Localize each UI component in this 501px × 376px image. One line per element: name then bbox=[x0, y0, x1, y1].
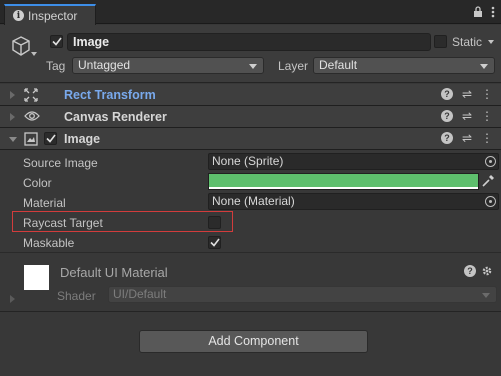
help-icon[interactable]: ? bbox=[464, 265, 476, 277]
source-image-field[interactable]: None (Sprite) bbox=[208, 153, 499, 170]
raycast-target-label: Raycast Target bbox=[23, 216, 103, 230]
component-rect-transform[interactable]: Rect Transform ? ⇌ ⋮ bbox=[0, 84, 501, 106]
shader-label: Shader bbox=[57, 289, 96, 303]
raycast-target-checkbox[interactable] bbox=[208, 216, 221, 229]
component-image[interactable]: Image ? ⇌ ⋮ bbox=[0, 128, 501, 150]
sliders-icon[interactable]: ⇌ bbox=[462, 110, 472, 122]
eye-icon bbox=[24, 110, 40, 125]
gameobject-header: Image Static Tag Untagged Layer Default bbox=[0, 25, 501, 83]
material-label: Material bbox=[23, 196, 66, 210]
color-label: Color bbox=[23, 176, 52, 190]
layer-dropdown[interactable]: Default bbox=[313, 57, 495, 74]
chevron-down-icon bbox=[249, 64, 257, 69]
foldout-icon[interactable] bbox=[9, 137, 17, 142]
sliders-icon[interactable]: ⇌ bbox=[462, 132, 472, 144]
chevron-down-icon bbox=[480, 64, 488, 69]
tab-inspector[interactable]: i Inspector bbox=[4, 4, 96, 25]
component-actions: ? ⇌ ⋮ bbox=[440, 132, 493, 144]
tag-dropdown[interactable]: Untagged bbox=[72, 57, 264, 74]
menu-icon[interactable] bbox=[491, 6, 495, 21]
lock-icon[interactable] bbox=[473, 6, 483, 21]
tag-label: Tag bbox=[46, 59, 66, 73]
more-icon[interactable]: ⋮ bbox=[481, 110, 493, 122]
add-component-button[interactable]: Add Component bbox=[139, 330, 368, 353]
divider bbox=[0, 311, 501, 312]
source-image-label: Source Image bbox=[23, 156, 98, 170]
picker-icon[interactable] bbox=[485, 156, 496, 167]
help-icon[interactable]: ? bbox=[440, 132, 453, 144]
foldout-icon[interactable] bbox=[10, 295, 15, 303]
material-thumbnail bbox=[24, 265, 49, 290]
source-image-value: None (Sprite) bbox=[212, 154, 284, 168]
picker-icon[interactable] bbox=[485, 196, 496, 207]
more-icon[interactable]: ⋮ bbox=[481, 132, 493, 144]
foldout-icon[interactable] bbox=[10, 91, 15, 99]
divider bbox=[0, 252, 501, 253]
chevron-down-icon[interactable] bbox=[31, 52, 37, 56]
gameobject-name-field[interactable]: Image bbox=[67, 33, 431, 51]
material-field[interactable]: None (Material) bbox=[208, 193, 499, 210]
material-actions: ? bbox=[464, 265, 493, 280]
tag-value: Untagged bbox=[78, 58, 131, 72]
gear-icon[interactable] bbox=[481, 265, 493, 280]
rect-transform-icon bbox=[24, 88, 38, 105]
component-title: Canvas Renderer bbox=[64, 110, 167, 124]
shader-value: UI/Default bbox=[113, 287, 167, 301]
tab-bar-actions bbox=[473, 6, 495, 21]
static-checkbox[interactable] bbox=[434, 35, 447, 48]
info-icon: i bbox=[13, 10, 24, 21]
image-enabled-checkbox[interactable] bbox=[44, 132, 57, 145]
component-canvas-renderer[interactable]: Canvas Renderer ? ⇌ ⋮ bbox=[0, 106, 501, 128]
eyedropper-icon[interactable] bbox=[481, 174, 495, 191]
shader-dropdown[interactable]: UI/Default bbox=[108, 286, 497, 303]
more-icon[interactable]: ⋮ bbox=[481, 88, 493, 100]
tab-bar: i Inspector bbox=[0, 0, 501, 25]
component-actions: ? ⇌ ⋮ bbox=[440, 110, 493, 122]
component-title: Rect Transform bbox=[64, 88, 156, 102]
sliders-icon[interactable]: ⇌ bbox=[462, 88, 472, 100]
material-title: Default UI Material bbox=[60, 265, 168, 280]
maskable-label: Maskable bbox=[23, 236, 75, 250]
layer-label: Layer bbox=[278, 59, 309, 73]
tab-inspector-label: Inspector bbox=[28, 8, 78, 23]
help-icon[interactable]: ? bbox=[440, 88, 453, 100]
component-actions: ? ⇌ ⋮ bbox=[440, 88, 493, 100]
maskable-checkbox[interactable] bbox=[208, 236, 221, 249]
static-label: Static bbox=[452, 35, 483, 49]
foldout-icon[interactable] bbox=[10, 113, 15, 121]
image-icon bbox=[24, 132, 38, 149]
active-checkbox[interactable] bbox=[50, 35, 63, 48]
cube-icon[interactable] bbox=[10, 35, 32, 60]
help-icon[interactable]: ? bbox=[440, 110, 453, 122]
component-title: Image bbox=[64, 132, 101, 146]
material-value: None (Material) bbox=[212, 194, 295, 208]
static-dropdown-icon[interactable] bbox=[488, 40, 494, 44]
color-swatch[interactable] bbox=[208, 173, 479, 190]
layer-value: Default bbox=[319, 58, 358, 72]
chevron-down-icon bbox=[482, 293, 490, 298]
